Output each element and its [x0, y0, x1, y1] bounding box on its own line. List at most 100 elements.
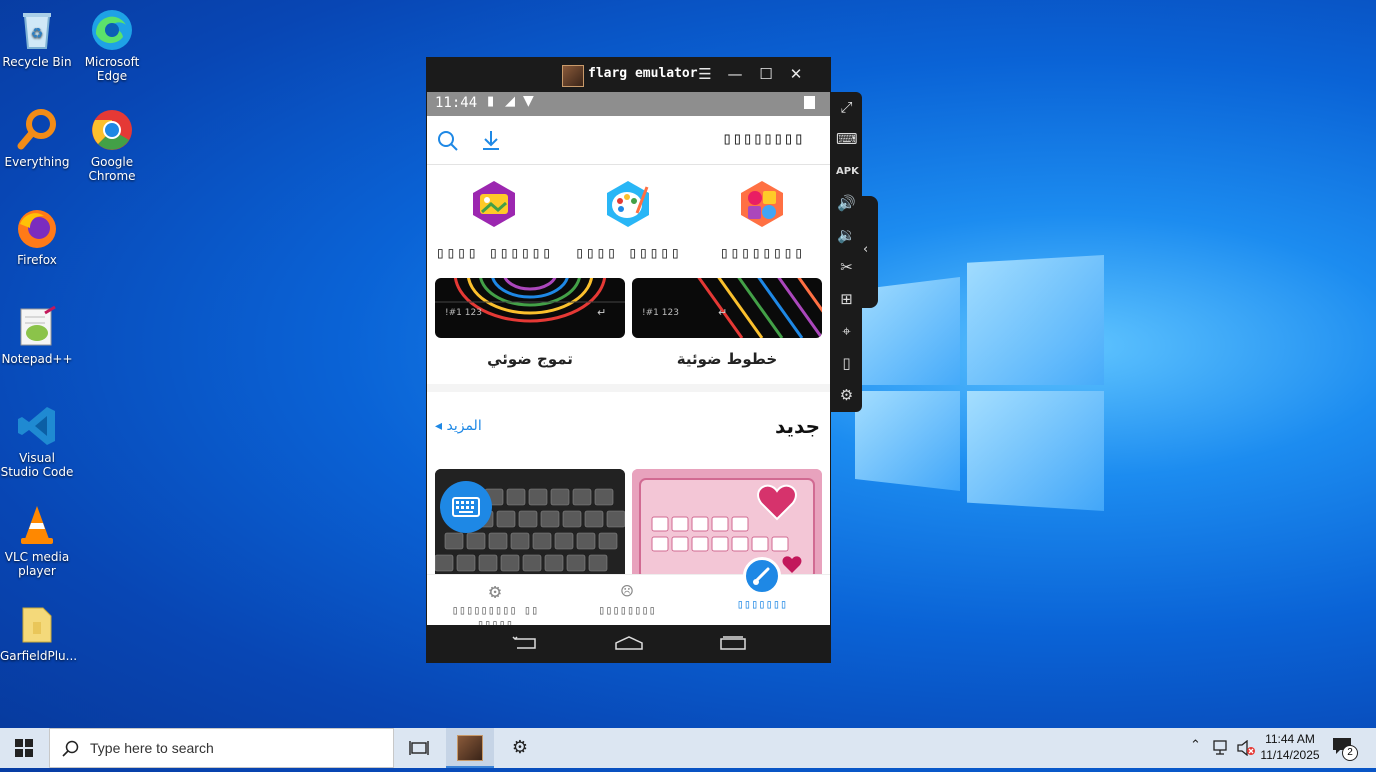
- add-instance-icon[interactable]: ⊞: [836, 289, 857, 310]
- system-clock[interactable]: 11:44 AM 11/14/2025: [1256, 731, 1324, 763]
- theme-thumbnail-light-wave[interactable]: !#1 123 ↵: [435, 278, 625, 338]
- clock-date: 11/14/2025: [1260, 748, 1320, 762]
- svg-text:♻: ♻: [31, 26, 44, 42]
- desktop-icon-firefox[interactable]: Firefox: [0, 206, 74, 267]
- emulator-title: flarg emulator: [588, 66, 698, 81]
- windows-start-icon: [15, 739, 33, 757]
- location-icon[interactable]: ⌖: [836, 321, 857, 342]
- edge-icon: [90, 8, 134, 52]
- chevron-left-icon: ◂: [435, 418, 443, 434]
- chevron-up-icon[interactable]: ⌃: [1190, 738, 1201, 753]
- see-more-link[interactable]: ◂ المزيد: [435, 418, 482, 434]
- category-row: ▯▯▯▯ ▯▯▯▯▯▯ ▯▯▯▯ ▯▯▯▯▯ ▯▯▯▯▯▯▯▯: [427, 165, 830, 277]
- settings-gear-icon[interactable]: ⚙: [836, 385, 857, 406]
- battery-charge-icon: ▮: [487, 94, 495, 109]
- notification-count-badge: 2: [1342, 745, 1358, 761]
- wifi-icon: ▼: [523, 93, 534, 109]
- nav-item-settings[interactable]: ⚙ ▯▯▯▯▯▯▯▯▯ ▯▯ ▯▯▯▯▯: [431, 579, 559, 625]
- photo-theme-icon: [473, 181, 515, 227]
- shapes-theme-icon: [741, 181, 783, 227]
- clock-time: 11:44 AM: [1265, 732, 1315, 746]
- fullscreen-icon[interactable]: ⤢: [836, 97, 857, 118]
- firefox-icon: [15, 206, 59, 250]
- nav-item-themes[interactable]: ▯▯▯▯▯▯▯: [717, 557, 807, 611]
- theme-label-light-lines: خطوط ضوئية: [676, 350, 778, 368]
- task-view-icon: [409, 741, 429, 755]
- desktop-icon-google-chrome[interactable]: Google Chrome: [75, 108, 149, 183]
- chevron-left-icon: ‹: [863, 242, 869, 257]
- keyboard-badge-icon: [440, 481, 492, 533]
- emulator-logo-icon: [562, 65, 584, 87]
- volume-down-icon[interactable]: 🔉: [836, 225, 857, 246]
- theme-thumbnail-dark-keyboard[interactable]: [435, 469, 625, 579]
- emulator-side-toolbar: ⤢ ⌨ APK 🔊 🔉 ✂ ⊞ ⌖ ▯ ⚙: [831, 92, 862, 412]
- windows-logo-wallpaper: [850, 255, 1110, 515]
- taskbar-emulator-app[interactable]: [446, 728, 494, 768]
- keyboard-icon[interactable]: ⌨: [836, 129, 858, 150]
- desktop-icon-garfieldplus[interactable]: GarfieldPlu...: [0, 602, 77, 663]
- search-placeholder: Type here to search: [90, 740, 214, 756]
- vlc-cone-icon: [15, 503, 59, 547]
- emulator-app-icon: [457, 735, 483, 761]
- nav-item-emoji[interactable]: ☹ ▯▯▯▯▯▯▯▯: [577, 579, 677, 617]
- shake-icon[interactable]: ▯: [836, 353, 857, 374]
- menu-icon[interactable]: ☰: [694, 64, 716, 84]
- category-item-2[interactable]: ▯▯▯▯ ▯▯▯▯▯: [568, 179, 688, 262]
- theme-thumbnail-light-lines[interactable]: !#1 123 ↵: [632, 278, 822, 338]
- folder-icon: [15, 602, 59, 646]
- emoji-icon: ☹: [620, 579, 634, 603]
- scissors-icon[interactable]: ✂: [836, 257, 857, 278]
- chrome-icon: [90, 108, 134, 152]
- palette-icon: [607, 181, 649, 227]
- notification-icon: [804, 96, 815, 109]
- android-status-bar: 11:44 ▮ ◢ ▼: [427, 92, 830, 116]
- task-view-button[interactable]: [395, 728, 443, 768]
- desktop-icon-visual-studio-code[interactable]: Visual Studio Code: [0, 404, 74, 479]
- start-button[interactable]: [0, 728, 48, 768]
- recycle-bin-icon: ♻: [15, 8, 59, 52]
- app-header: ▯▯▯▯▯▯▯▯: [427, 116, 830, 165]
- vscode-icon: [15, 404, 59, 448]
- maximize-button[interactable]: ☐: [755, 64, 777, 84]
- network-icon[interactable]: [1213, 740, 1231, 756]
- download-icon[interactable]: [480, 129, 502, 151]
- notepad-icon: [15, 305, 59, 349]
- minimize-button[interactable]: —: [724, 64, 746, 84]
- back-button-icon[interactable]: [511, 635, 539, 651]
- emulator-window: flarg emulator ☰ — ☐ ✕ 11:44 ▮ ◢ ▼ ▯▯▯▯▯…: [426, 57, 831, 663]
- taskbar-search-box[interactable]: Type here to search: [49, 728, 394, 768]
- desktop-icon-microsoft-edge[interactable]: Microsoft Edge: [75, 8, 149, 83]
- section-title: جديد: [774, 414, 820, 438]
- page-title: ▯▯▯▯▯▯▯▯: [722, 129, 804, 149]
- category-item-1[interactable]: ▯▯▯▯ ▯▯▯▯▯▯: [434, 179, 554, 262]
- status-time: 11:44: [435, 95, 478, 111]
- close-button[interactable]: ✕: [785, 64, 807, 84]
- recents-button-icon[interactable]: [718, 635, 748, 651]
- category-item-3[interactable]: ▯▯▯▯▯▯▯▯: [702, 179, 822, 262]
- search-icon[interactable]: [437, 130, 459, 152]
- sidebar-collapse-tab[interactable]: ‹: [860, 196, 878, 308]
- volume-up-icon[interactable]: 🔊: [836, 193, 857, 214]
- desktop-icon-notepad-plus-plus[interactable]: Notepad++: [0, 305, 74, 366]
- signal-icon: ◢: [505, 94, 515, 109]
- theme-label-light-wave: تموج ضوئي: [487, 350, 573, 368]
- bottom-navigation: ⚙ ▯▯▯▯▯▯▯▯▯ ▯▯ ▯▯▯▯▯ ☹ ▯▯▯▯▯▯▯▯ ▯▯▯▯▯▯▯: [427, 557, 830, 625]
- gear-icon: ⚙: [488, 579, 502, 603]
- brush-icon: [743, 557, 781, 595]
- desktop-icon-everything[interactable]: Everything: [0, 108, 74, 169]
- magnifier-icon: [15, 108, 59, 152]
- emulator-titlebar[interactable]: flarg emulator ☰ — ☐ ✕: [426, 57, 831, 92]
- taskbar-settings-app[interactable]: ⚙: [496, 728, 544, 768]
- volume-muted-icon[interactable]: [1236, 740, 1256, 756]
- home-button-icon[interactable]: [614, 634, 644, 652]
- search-icon: [62, 740, 79, 757]
- phone-screen: 11:44 ▮ ◢ ▼ ▯▯▯▯▯▯▯▯ ▯▯▯▯ ▯▯▯▯▯▯ ▯▯▯▯ ▯▯…: [427, 92, 830, 625]
- notification-center-button[interactable]: 2: [1332, 737, 1358, 761]
- desktop-icon-recycle-bin[interactable]: ♻ Recycle Bin: [0, 8, 74, 69]
- taskbar: Type here to search ⚙ ⌃ 11:44 AM 11/14/2…: [0, 728, 1376, 768]
- apk-install-icon[interactable]: APK: [836, 161, 859, 182]
- gear-icon: ⚙: [511, 737, 529, 758]
- section-divider: [427, 384, 830, 392]
- android-navigation-bar: [427, 625, 830, 663]
- desktop-icon-vlc[interactable]: VLC media player: [0, 503, 74, 578]
